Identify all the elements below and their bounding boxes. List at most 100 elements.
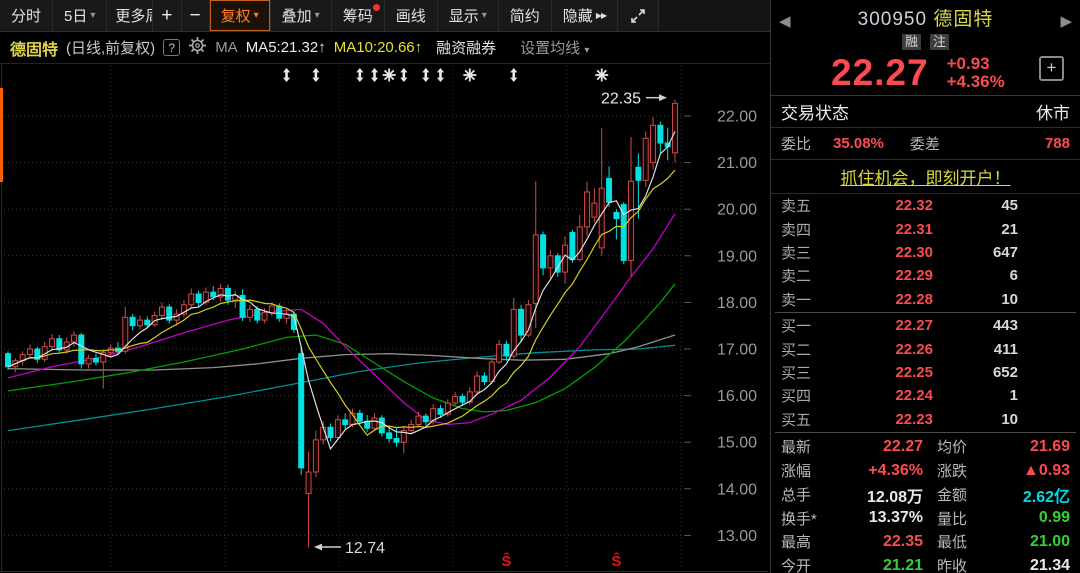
level-label: 卖四 — [781, 219, 833, 240]
event-marker-icon — [283, 68, 290, 82]
ask-row[interactable]: 卖四22.3121 — [771, 217, 1080, 240]
fullscreen-icon[interactable] — [618, 0, 659, 31]
ask-row[interactable]: 卖三22.30647 — [771, 241, 1080, 264]
star-marker-icon — [595, 69, 608, 82]
trading-terminal: 22.0021.0020.0019.0018.0017.0016.0015.00… — [0, 0, 1080, 573]
level-price: 22.27 — [833, 317, 933, 334]
level-label: 卖二 — [781, 265, 833, 286]
next-stock-arrow[interactable]: ▶ — [1060, 12, 1072, 30]
chevron-down-icon: ▾ — [254, 10, 259, 21]
event-marker-icon — [400, 68, 407, 82]
level-volume: 647 — [933, 244, 1018, 261]
chevron-down-icon: ▾ — [90, 10, 95, 21]
toolbar-button-2[interactable]: 更多周期 — [107, 0, 153, 31]
quote-stats: 最新22.27均价21.69涨幅+4.36%涨跌▲0.93总手12.08万金额2… — [771, 435, 1080, 573]
gear-icon[interactable] — [188, 36, 207, 59]
level-volume: 411 — [933, 341, 1018, 358]
level-label: 买二 — [781, 339, 833, 360]
toolbar-button-5[interactable]: 复权▾ — [210, 0, 271, 31]
star-marker-icon — [383, 69, 396, 82]
toolbar-button-4[interactable]: − — [182, 0, 210, 31]
toolbar-button-3[interactable]: + — [153, 0, 181, 31]
ma10-value: MA10:20.66↑ — [334, 39, 422, 56]
chevron-down-icon: ▾ — [315, 10, 320, 21]
stats-divider — [775, 432, 1076, 433]
svg-text:15.00: 15.00 — [717, 435, 757, 452]
toolbar-button-8[interactable]: 画线 — [385, 0, 438, 31]
price-change: +0.93 +4.36% — [947, 55, 1005, 91]
candlestick-chart[interactable]: 22.0021.0020.0019.0018.0017.0016.0015.00… — [0, 0, 770, 573]
chevron-down-icon: ▾ — [482, 10, 487, 21]
stat-label: 昨收 — [937, 555, 989, 573]
ask-row[interactable]: 卖二22.296 — [771, 264, 1080, 287]
level-label: 买三 — [781, 362, 833, 383]
bid-row[interactable]: 买三22.25652 — [771, 361, 1080, 384]
stat-value: 22.27 — [831, 438, 923, 456]
chart-mode-label: (日线,前复权) — [66, 37, 155, 58]
level-price: 22.24 — [833, 387, 933, 404]
stat-label: 今开 — [781, 555, 831, 573]
ex-dividend-marker: Ŝ — [611, 552, 621, 570]
period-toolbar: 分时5日▾更多周期+−复权▾叠加▾筹码画线显示▾简约隐藏▶▶ — [0, 0, 770, 32]
toolbar-button-label: 筹码 — [343, 5, 373, 26]
open-account-ad: 抓住机会，即刻开户！ — [771, 160, 1080, 194]
bid-row[interactable]: 买一22.27443 — [771, 314, 1080, 337]
stat-row: 换手*13.37%量比0.99 — [771, 506, 1080, 530]
stat-value: 22.35 — [831, 533, 923, 551]
toolbar-button-11[interactable]: 隐藏▶▶ — [552, 0, 618, 31]
event-marker-icon — [422, 68, 429, 82]
stat-value: ▲0.93 — [989, 462, 1070, 480]
level-volume: 21 — [933, 221, 1018, 238]
weibi-value: 35.08% — [833, 135, 884, 152]
last-price: 22.27 — [831, 52, 929, 94]
toolbar-button-1[interactable]: 5日▾ — [53, 0, 107, 31]
ma-settings-dropdown[interactable]: 设置均线 ▾ — [520, 37, 589, 58]
event-marker-icon — [437, 68, 444, 82]
svg-text:13.00: 13.00 — [717, 528, 757, 545]
stat-label: 量比 — [937, 508, 989, 529]
bid-row[interactable]: 买五22.2310 — [771, 408, 1080, 431]
weibi-label: 委比 — [781, 133, 811, 154]
stock-name-label: 德固特 — [10, 36, 58, 60]
help-icon[interactable]: ? — [163, 39, 180, 56]
stat-row: 最高22.35最低21.00 — [771, 530, 1080, 554]
ask-row[interactable]: 卖一22.2810 — [771, 288, 1080, 311]
toolbar-button-9[interactable]: 显示▾ — [438, 0, 499, 31]
bid-row[interactable]: 买四22.241 — [771, 384, 1080, 407]
bid-row[interactable]: 买二22.26411 — [771, 337, 1080, 360]
stat-value: 12.08万 — [831, 483, 923, 507]
stat-label: 换手* — [781, 508, 831, 529]
level-price: 22.25 — [833, 364, 933, 381]
open-account-link[interactable]: 抓住机会，即刻开户！ — [841, 164, 1011, 189]
toolbar-button-10[interactable]: 简约 — [499, 0, 552, 31]
toolbar-button-0[interactable]: 分时 — [0, 0, 53, 31]
svg-text:19.00: 19.00 — [717, 248, 757, 265]
up-arrow-icon: ↑ — [318, 39, 326, 56]
chart-header: 德固特 (日线,前复权) ? MA MA5:21.32↑ MA10:20.66↑ — [0, 32, 770, 64]
stat-label: 最新 — [781, 436, 831, 457]
stat-value: 13.37% — [831, 509, 923, 527]
chart-pane: 22.0021.0020.0019.0018.0017.0016.0015.00… — [0, 0, 770, 573]
toolbar-button-6[interactable]: 叠加▾ — [271, 0, 332, 31]
add-to-watchlist-button[interactable]: + — [1039, 56, 1064, 81]
event-marker-icon — [510, 68, 517, 82]
ask-row[interactable]: 卖五22.3245 — [771, 194, 1080, 217]
ma-prefix-label: MA — [215, 39, 238, 56]
svg-text:22.00: 22.00 — [717, 109, 757, 126]
level-volume: 10 — [933, 291, 1018, 308]
stat-label: 均价 — [937, 436, 989, 457]
svg-text:21.00: 21.00 — [717, 155, 757, 172]
toolbar-button-label: 复权 — [221, 5, 251, 26]
margin-trading-link[interactable]: 融资融券 — [436, 37, 496, 58]
prev-stock-arrow[interactable]: ◀ — [779, 12, 791, 30]
stock-code: 300950 — [858, 9, 927, 30]
quote-header: ◀ ▶ 300950 德固特 融 注 22.27 +0.93 +4.36% + — [771, 0, 1080, 96]
toolbar-button-7[interactable]: 筹码 — [332, 0, 385, 31]
change-value: +0.93 — [947, 55, 1005, 73]
svg-text:20.00: 20.00 — [717, 202, 757, 219]
weicha-label: 委差 — [910, 133, 940, 154]
toolbar-button-label: 5日 — [64, 5, 87, 26]
book-divider — [775, 312, 1076, 313]
star-marker-icon — [463, 69, 476, 82]
weicha-value: 788 — [1045, 135, 1070, 152]
